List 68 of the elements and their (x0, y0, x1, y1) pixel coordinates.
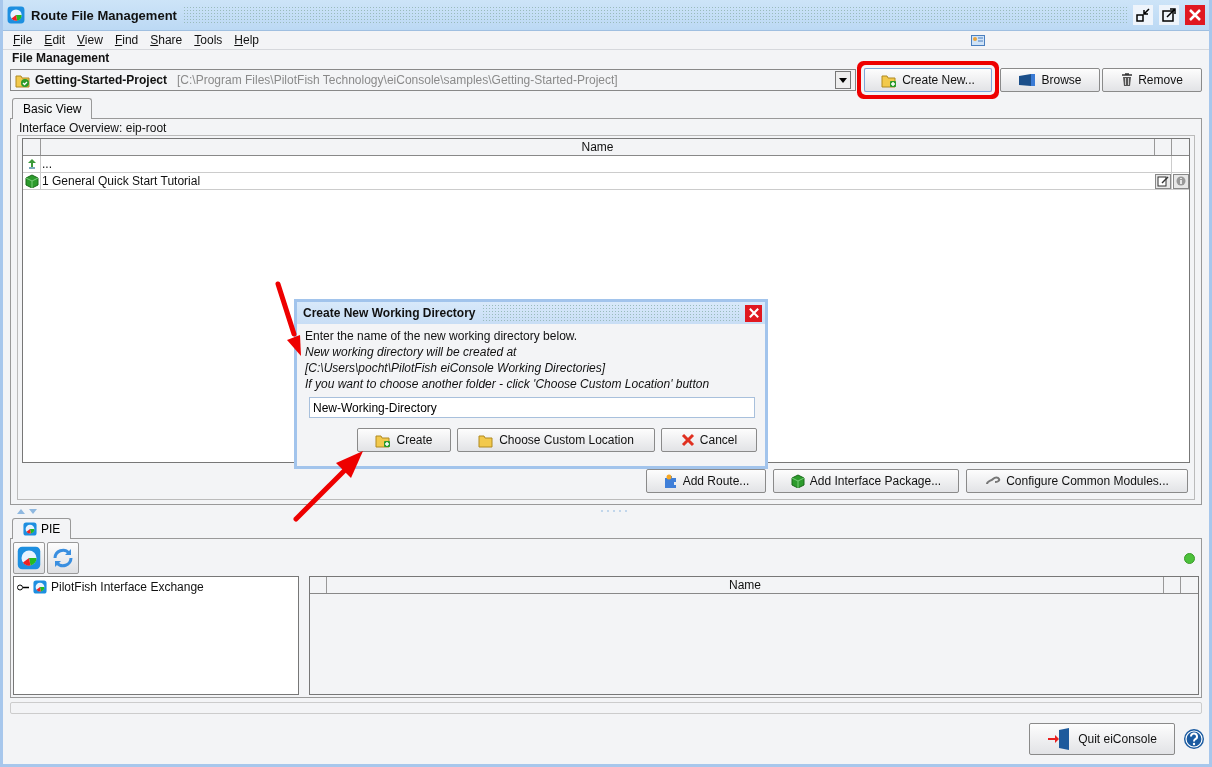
dialog-message: New working directory will be created at (305, 344, 518, 360)
pie-chart-icon (33, 580, 47, 594)
table-cell-text: 1 General Quick Start Tutorial (41, 174, 202, 188)
close-button[interactable] (745, 304, 762, 322)
folder-add-icon (881, 72, 898, 88)
pie-chart-icon (7, 6, 25, 24)
project-dropdown[interactable]: Getting-Started-Project [C:\Program Files\PilotFish Technology\eiConsole\samples\Getting-Started-Project] (10, 69, 856, 91)
pie-button[interactable] (13, 542, 45, 574)
dialog-title: Create New Working Directory (303, 306, 476, 320)
edit-button[interactable] (1155, 173, 1171, 189)
up-arrow-icon (27, 159, 36, 169)
tree-item[interactable]: PilotFish Interface Exchange (17, 579, 295, 595)
add-package-button[interactable]: Add Interface Package... (773, 469, 959, 493)
dialog-message: [C:\Users\pocht\PilotFish eiConsole Working Directories] (305, 360, 607, 376)
project-path: [C:\Program Files\PilotFish Technology\eiConsole\samples\Getting-Started-Project] (177, 73, 618, 87)
browse-button[interactable]: Browse (1000, 68, 1100, 92)
choose-location-button[interactable]: Choose Custom Location (457, 428, 655, 452)
menu-item[interactable]: Share (144, 33, 189, 47)
dropdown-button[interactable] (835, 71, 851, 89)
caret-icon (839, 77, 847, 83)
close-button[interactable] (1185, 5, 1205, 25)
maximize-button[interactable] (1159, 5, 1179, 25)
remove-button[interactable]: Remove (1102, 68, 1202, 92)
table-cell-text: ... (41, 157, 53, 171)
dialog-message: Enter the name of the new working directory below. (305, 328, 579, 344)
tab[interactable]: PIE (12, 518, 72, 539)
id-card-icon (971, 34, 985, 46)
group-title: Interface Overview: eip-root (18, 121, 168, 135)
table-row[interactable]: ... (23, 156, 1189, 173)
directory-name-field[interactable]: New-Working-Directory (309, 397, 755, 418)
collapse-arrows-icon (17, 508, 37, 514)
window-title: Route File Management (31, 7, 177, 23)
help-icon[interactable] (1183, 728, 1205, 750)
cube-icon (24, 174, 39, 188)
menu-item[interactable]: File (7, 33, 39, 47)
restore-button[interactable] (1133, 5, 1153, 25)
edit-icon (1157, 175, 1169, 187)
menu-item[interactable]: View (71, 33, 109, 47)
column-header[interactable]: Name (327, 577, 1164, 593)
menu-item[interactable]: Find (108, 33, 145, 47)
puzzle-icon (662, 473, 678, 489)
status-dot-icon (1184, 552, 1195, 564)
project-name: Getting-Started-Project (35, 73, 167, 87)
dialog-message: If you want to choose another folder - click 'Choose Custom Location' button (305, 376, 711, 392)
key-icon (17, 583, 29, 591)
cube-icon (790, 474, 805, 488)
add-route-button[interactable]: Add Route... (646, 469, 766, 493)
refresh-button[interactable] (47, 542, 79, 574)
info-icon (1175, 176, 1186, 186)
tab[interactable]: Basic View (12, 98, 93, 119)
cancel-button[interactable]: Cancel (661, 428, 757, 452)
quit-button[interactable]: Quit eiConsole (1029, 723, 1175, 755)
table-row[interactable]: 1 General Quick Start Tutorial (23, 173, 1189, 190)
configure-modules-button[interactable]: Configure Common Modules... (966, 469, 1188, 493)
menu-item[interactable]: Help (228, 33, 265, 47)
link-icon (985, 475, 1002, 487)
menu-item[interactable]: Edit (38, 33, 72, 47)
refresh-icon (51, 546, 75, 570)
create-button[interactable]: Create (357, 428, 451, 452)
section-label: File Management (11, 50, 111, 66)
project-folder-icon (15, 72, 31, 88)
annotation-arrow (293, 451, 363, 522)
trash-icon (1121, 73, 1134, 87)
menu-item[interactable]: Tools (188, 33, 229, 47)
pie-chart-icon (17, 546, 41, 570)
cancel-icon (680, 433, 695, 447)
folder-add-icon (375, 432, 392, 448)
pie-chart-icon (23, 522, 37, 536)
